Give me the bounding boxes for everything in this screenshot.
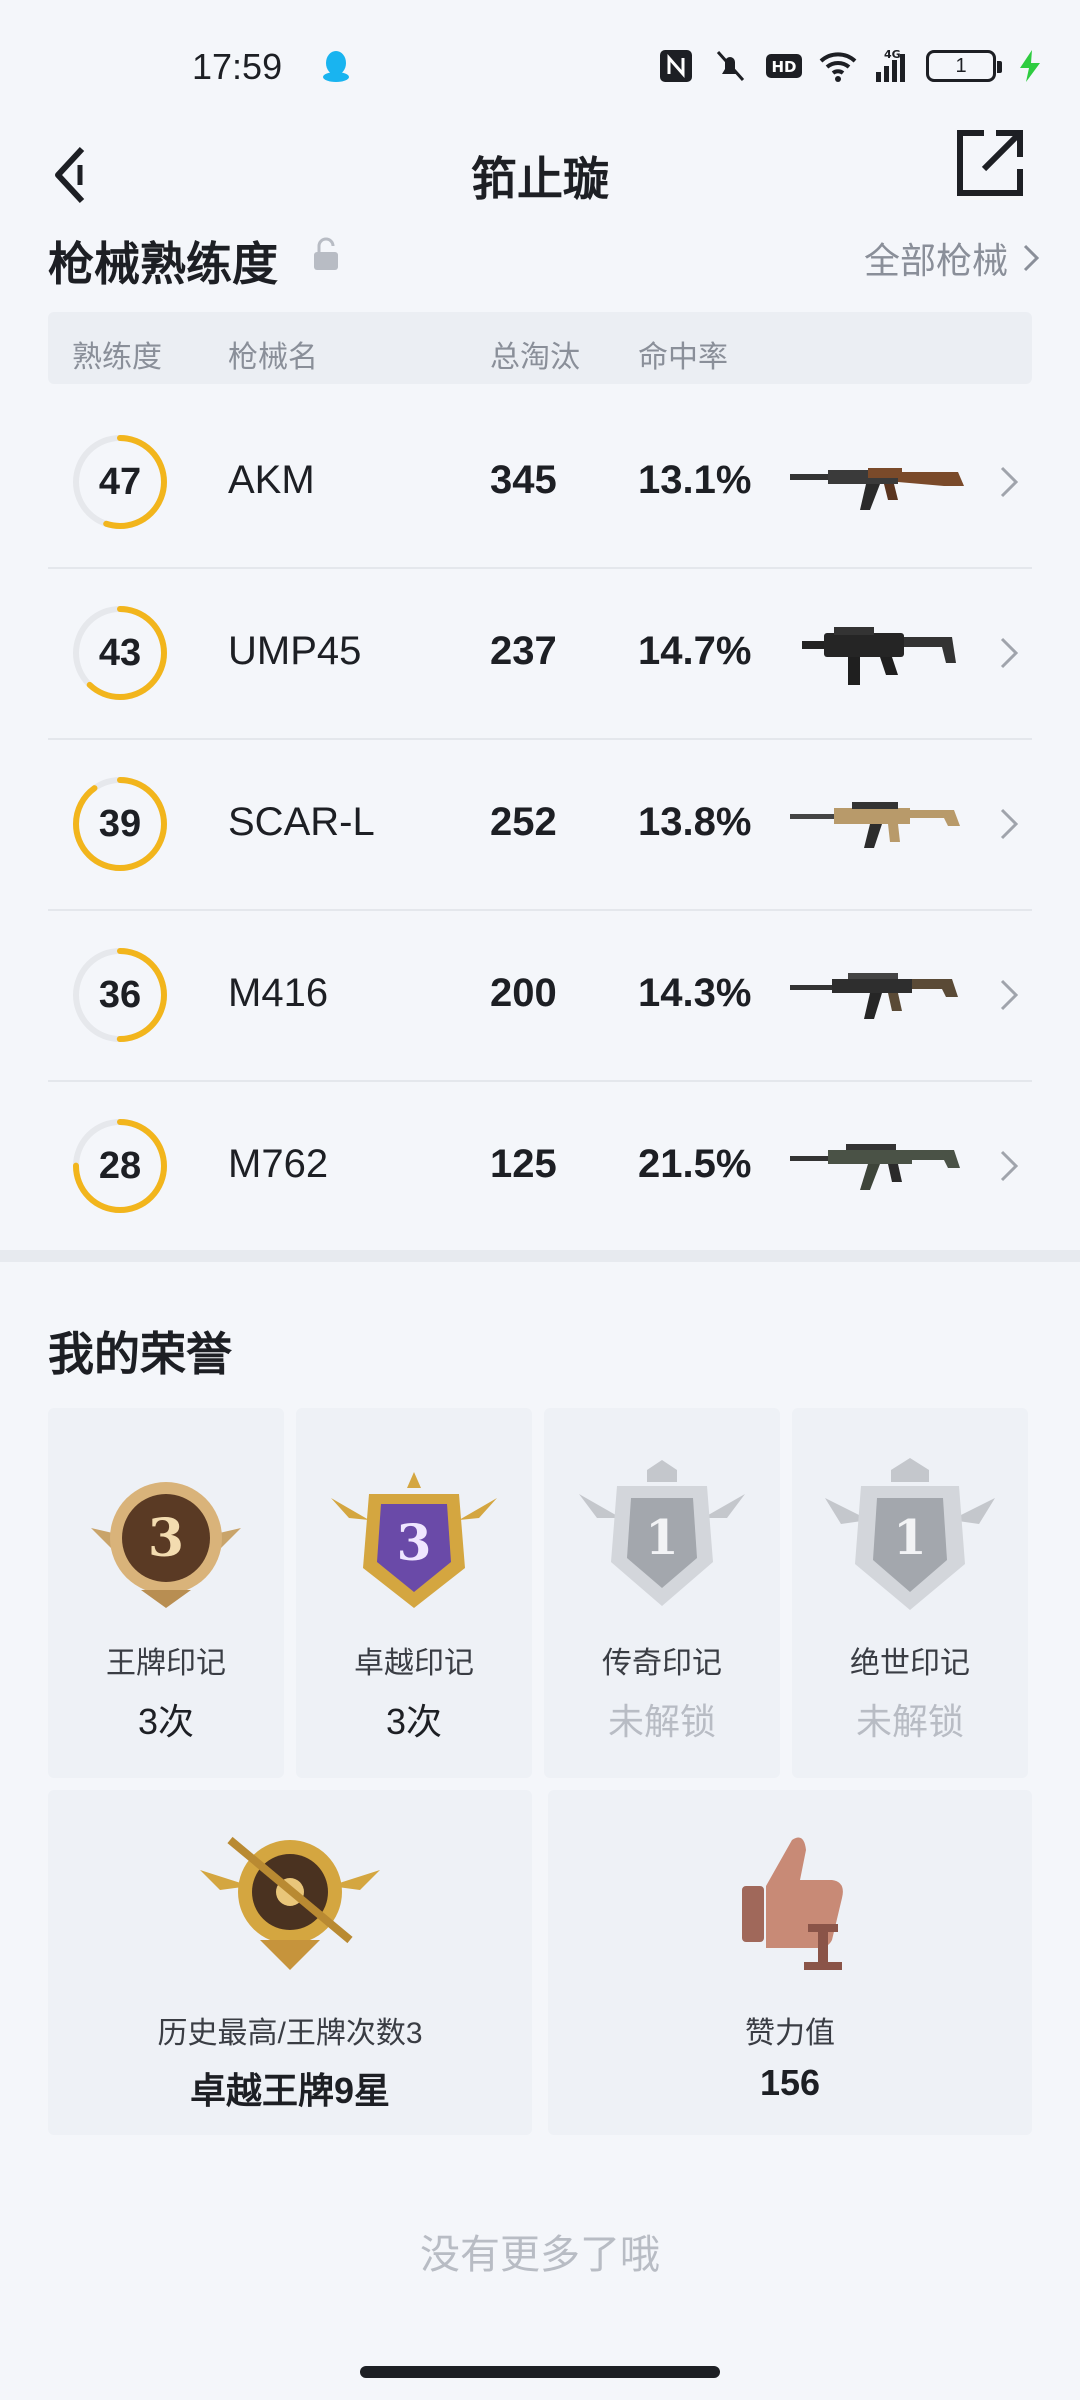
honor-value: 未解锁 — [607, 1701, 716, 1742]
nfc-icon — [660, 50, 692, 82]
weapons-section-header: 枪械熟练度 全部枪械 — [48, 228, 1040, 290]
battery-icon: 1 — [926, 50, 1002, 82]
chevron-right-icon — [1000, 466, 1019, 498]
mute-icon — [716, 51, 745, 81]
ace-mark-badge-icon: 3 — [91, 1482, 241, 1608]
battery-level: 1 — [955, 54, 967, 77]
honor-card-excellence-mark[interactable]: 3 卓越印记 3次 — [296, 1408, 532, 1778]
m762-rifle-image — [790, 1144, 960, 1190]
weapon-kills: 125 — [490, 1142, 557, 1186]
weapon-row-akm[interactable]: 47 AKM 345 13.1% — [48, 398, 1032, 569]
all-weapons-label: 全部枪械 — [863, 240, 1008, 281]
honor-card-likes[interactable]: 赞力值 156 — [548, 1790, 1032, 2135]
weapon-name: AKM — [228, 458, 315, 502]
status-time: 17:59 — [192, 46, 283, 87]
column-header-weapon-name: 枪械名 — [228, 341, 318, 374]
svg-text:4G: 4G — [884, 48, 901, 61]
thumbs-up-icon — [742, 1837, 843, 1970]
ump45-smg-image — [802, 627, 956, 685]
chevron-right-icon — [1023, 244, 1040, 272]
weapons-section-title: 枪械熟练度 — [48, 238, 278, 290]
weapon-name: M762 — [228, 1142, 329, 1186]
honor-value: 未解锁 — [855, 1701, 964, 1742]
weapon-name: UMP45 — [228, 629, 362, 673]
highest-rank-badge-icon — [200, 1836, 380, 1970]
honor-label: 绝世印记 — [850, 1647, 970, 1680]
weapon-hit-rate: 13.1% — [638, 458, 752, 502]
honors-section-title: 我的荣誉 — [48, 1328, 232, 1380]
weapon-row-m762[interactable]: 28 M762 125 21.5% — [48, 1082, 1032, 1253]
weapon-hit-rate: 14.3% — [638, 971, 752, 1015]
badge-number: 1 — [893, 1510, 926, 1566]
column-header-kills: 总淘汰 — [490, 341, 580, 374]
weapon-name: M416 — [228, 971, 329, 1015]
badge-number: 3 — [148, 1508, 184, 1569]
weapons-table-header: 熟练度 枪械名 总淘汰 命中率 — [48, 312, 1032, 384]
all-weapons-link[interactable]: 全部枪械 — [864, 232, 1040, 284]
home-indicator[interactable] — [360, 2366, 720, 2378]
section-divider — [0, 1250, 1080, 1262]
weapon-name: SCAR-L — [228, 800, 375, 844]
weapon-row-scar-l[interactable]: 39 SCAR-L 252 13.8% — [48, 740, 1032, 911]
honor-card-highest-rank[interactable]: 历史最高/王牌次数3 卓越王牌9星 — [48, 1790, 532, 2135]
honor-label: 卓越印记 — [354, 1647, 474, 1680]
akm-rifle-image — [790, 468, 964, 510]
weapon-hit-rate: 14.7% — [638, 629, 752, 673]
likes-value: 156 — [759, 2062, 821, 2103]
weapon-hit-rate: 13.8% — [638, 800, 752, 844]
chevron-right-icon — [1000, 808, 1019, 840]
weapon-kills: 237 — [490, 629, 557, 673]
honor-card-legend-mark[interactable]: 1 传奇印记 未解锁 — [544, 1408, 780, 1778]
legend-mark-badge-icon: 1 — [579, 1460, 745, 1606]
proficiency-level: 36 — [98, 973, 142, 1016]
unlock-icon[interactable] — [310, 236, 342, 272]
wifi-icon — [819, 52, 857, 82]
proficiency-level: 28 — [98, 1144, 142, 1187]
proficiency-level: 47 — [98, 460, 142, 503]
chevron-right-icon — [1000, 979, 1019, 1011]
honor-label: 传奇印记 — [602, 1647, 722, 1680]
qq-icon — [323, 51, 349, 82]
peerless-mark-badge-icon: 1 — [825, 1458, 995, 1610]
weapon-row-m416[interactable]: 36 M416 200 14.3% — [48, 911, 1032, 1082]
column-header-hit-rate: 命中率 — [638, 341, 728, 374]
badge-number: 3 — [397, 1513, 432, 1572]
proficiency-level: 39 — [98, 802, 142, 845]
weapon-kills: 345 — [490, 458, 557, 502]
chevron-right-icon — [1000, 637, 1019, 669]
honor-label: 王牌印记 — [106, 1647, 226, 1680]
status-bar: 17:59 HD 4G 1 — [0, 0, 1080, 130]
likes-label: 赞力值 — [745, 2017, 835, 2050]
scar-l-rifle-image — [790, 802, 960, 848]
excellence-mark-badge-icon: 3 — [331, 1472, 497, 1608]
weapon-kills: 200 — [490, 971, 557, 1015]
chevron-right-icon — [1000, 1150, 1019, 1182]
m416-rifle-image — [790, 973, 958, 1019]
badge-number: 1 — [645, 1510, 678, 1566]
charging-icon — [1020, 50, 1040, 82]
weapon-row-ump45[interactable]: 43 UMP45 237 14.7% — [48, 569, 1032, 740]
column-header-proficiency: 熟练度 — [72, 341, 162, 374]
nav-bar: 筘止璇 — [0, 115, 1080, 245]
proficiency-level: 43 — [98, 631, 142, 674]
highest-rank-value: 卓越王牌9星 — [189, 2070, 391, 2111]
honor-card-peerless-mark[interactable]: 1 绝世印记 未解锁 — [792, 1408, 1028, 1778]
hd-icon: HD — [766, 54, 802, 78]
weapons-list: 47 AKM 345 13.1% 43 UMP45 237 14.7% 39 S… — [48, 398, 1032, 1253]
signal-4g-icon: 4G — [876, 48, 905, 82]
status-icons: HD 4G 1 — [656, 46, 1050, 86]
honor-value: 3次 — [137, 1701, 195, 1742]
highest-rank-label: 历史最高/王牌次数3 — [157, 2017, 423, 2050]
weapon-hit-rate: 21.5% — [638, 1142, 752, 1186]
share-external-icon[interactable] — [950, 123, 1030, 203]
page-title: 筘止璇 — [471, 153, 609, 205]
end-of-list-text: 没有更多了哦 — [420, 2233, 660, 2277]
svg-text:HD: HD — [771, 58, 796, 76]
honor-card-ace-mark[interactable]: 3 王牌印记 3次 — [48, 1408, 284, 1778]
honor-value: 3次 — [385, 1701, 443, 1742]
weapon-kills: 252 — [490, 800, 557, 844]
